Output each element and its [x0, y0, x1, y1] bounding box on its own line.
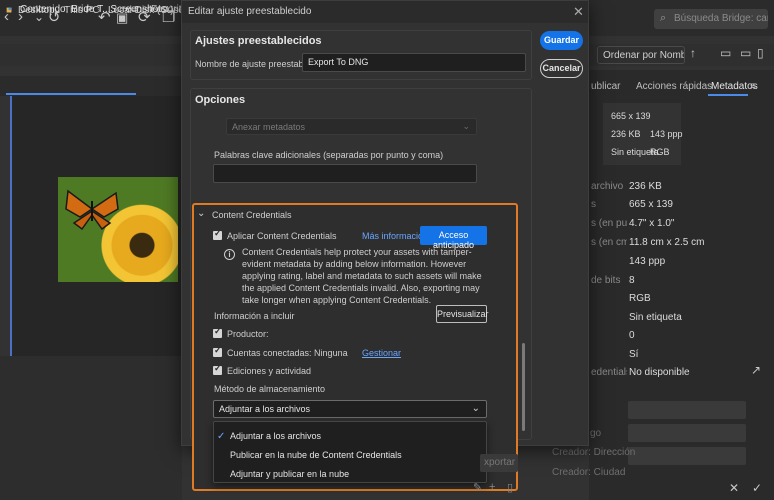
sort-select[interactable]: Ordenar por Nombre ⌄: [597, 46, 685, 64]
attach-metadata-label: Anexar metadatos: [232, 122, 306, 132]
tab-add-icon[interactable]: +: [120, 4, 126, 15]
meta-value: 11.8 cm x 2.5 cm: [629, 237, 705, 248]
bottom-left-panel: [0, 356, 182, 500]
tab-menu-icon[interactable]: ≡: [750, 81, 756, 92]
metadata-field[interactable]: [628, 424, 746, 442]
preset-name-value: Export To DNG: [308, 57, 369, 67]
delete-icon[interactable]: ▯: [507, 481, 513, 494]
tab-active-indicator: [708, 94, 748, 96]
meta-value: Sí: [629, 349, 639, 360]
preview-button[interactable]: Previsualizar: [436, 305, 489, 323]
manage-link[interactable]: Gestionar: [362, 348, 401, 358]
edit-icon[interactable]: ✎: [473, 481, 482, 494]
chevron-down-icon: ⌄: [462, 121, 470, 131]
summary-ppp: 143 ppp: [650, 129, 683, 139]
include-info-label: Información a incluir: [214, 311, 295, 321]
add-icon[interactable]: +: [489, 481, 495, 493]
close-icon[interactable]: ✕: [573, 4, 584, 20]
apply-cc-label: Aplicar Content Credentials: [227, 231, 337, 241]
meta-value: 0: [629, 330, 635, 341]
sort-label: Ordenar por Nombre: [603, 50, 684, 61]
metadata-label: go: [590, 428, 602, 439]
metadata-label: Creador: Ciudad: [552, 467, 626, 478]
meta-value: RGB: [629, 293, 651, 304]
summary-dimensions: 665 x 139: [611, 111, 651, 121]
meta-label: edentials: [591, 367, 627, 378]
connected-accounts-label: Cuentas conectadas: Ninguna: [227, 348, 348, 358]
meta-label: s (en cm): [591, 237, 627, 248]
tab-content-icon: ▪: [8, 4, 12, 15]
close-icon[interactable]: ✕: [729, 481, 739, 495]
summary-mode: RGB: [650, 147, 670, 157]
sort-direction-icon[interactable]: ↑: [690, 46, 696, 60]
search-icon: ⌕: [660, 12, 667, 24]
export-button[interactable]: xportar: [480, 454, 518, 472]
dropdown-option[interactable]: Adjuntar y publicar en la nube: [230, 469, 349, 479]
meta-value: 143 ppp: [629, 256, 666, 267]
folder-icon[interactable]: ▭: [720, 46, 731, 60]
metadata-label: Creador: Dirección: [552, 447, 636, 458]
tab-content[interactable]: Contenido: Bride T...Screenshots: [20, 4, 166, 15]
connected-accounts-checkbox[interactable]: [213, 345, 222, 357]
external-link-icon[interactable]: ↗: [751, 363, 761, 377]
options-title: Opciones: [195, 94, 246, 106]
meta-label: s (en pulg...: [591, 218, 627, 229]
scrollbar-thumb[interactable]: [522, 343, 525, 431]
tab-active-indicator: [6, 93, 136, 95]
chevron-down-icon: ⌄: [471, 403, 480, 414]
meta-value: 665 x 139: [629, 199, 673, 210]
meta-label: s: [591, 199, 596, 210]
meta-label: archivo: [591, 181, 624, 192]
meta-value: 8: [629, 275, 635, 286]
early-access-button[interactable]: Acceso anticipado: [420, 226, 487, 250]
meta-label: de bits: [591, 275, 621, 286]
check-icon: ✓: [217, 431, 226, 442]
info-icon: i: [224, 249, 235, 260]
summary-size: 236 KB: [611, 129, 641, 139]
edits-activity-checkbox[interactable]: [213, 363, 222, 375]
tab-publish[interactable]: ublicar: [591, 81, 620, 92]
storage-method-value: Adjuntar a los archivos: [219, 404, 311, 414]
tab-quick-actions[interactable]: Acciones rápidas: [636, 81, 712, 92]
new-folder-icon[interactable]: ▭: [740, 46, 751, 60]
producer-label: Productor:: [227, 329, 269, 339]
apply-cc-checkbox[interactable]: [213, 228, 222, 240]
storage-method-label: Método de almacenamiento: [214, 384, 326, 394]
keywords-input[interactable]: [213, 164, 477, 183]
thumbnail-image[interactable]: [58, 177, 178, 282]
metadata-field[interactable]: [628, 401, 746, 419]
metadata-field[interactable]: [628, 447, 746, 465]
storage-method-select[interactable]: Adjuntar a los archivos ⌄: [213, 400, 487, 418]
cc-info-text: Content Credentials help protect your as…: [242, 247, 482, 305]
meta-value: No disponible: [629, 367, 690, 378]
meta-value: 4.7" x 1.0": [629, 218, 675, 229]
delete-icon[interactable]: ▯: [757, 46, 764, 60]
meta-value: Sin etiqueta: [629, 312, 682, 323]
butterfly-image: [65, 189, 119, 231]
dropdown-option[interactable]: Publicar en la nube de Content Credentia…: [230, 450, 402, 460]
check-icon[interactable]: ✓: [752, 481, 762, 495]
attach-metadata-select: Anexar metadatos ⌄: [226, 118, 477, 135]
tab-menu-icon[interactable]: ≡: [132, 4, 138, 15]
panel-edge: [10, 96, 12, 356]
save-button[interactable]: Guardar: [540, 31, 583, 50]
edits-activity-label: Ediciones y actividad: [227, 366, 312, 376]
cancel-button[interactable]: Cancelar: [540, 59, 583, 78]
dropdown-option[interactable]: Adjuntar a los archivos: [230, 431, 321, 441]
presets-title: Ajustes preestablecidos: [195, 35, 322, 47]
dialog-title: Editar ajuste preestablecido: [188, 6, 312, 17]
keywords-label: Palabras clave adicionales (separadas po…: [214, 150, 444, 160]
search-placeholder: Búsqueda Bridge: carp: [674, 13, 768, 24]
breadcrumb: [0, 44, 182, 66]
producer-checkbox[interactable]: [213, 326, 222, 338]
preset-name-input[interactable]: Export To DNG: [302, 53, 526, 72]
meta-value: 236 KB: [629, 181, 662, 192]
search-input[interactable]: ⌕ Búsqueda Bridge: carp: [654, 9, 768, 29]
chevron-down-icon[interactable]: ⌄: [197, 208, 205, 219]
more-info-link[interactable]: Más información: [362, 231, 428, 241]
content-credentials-title: Content Credentials: [212, 210, 292, 220]
